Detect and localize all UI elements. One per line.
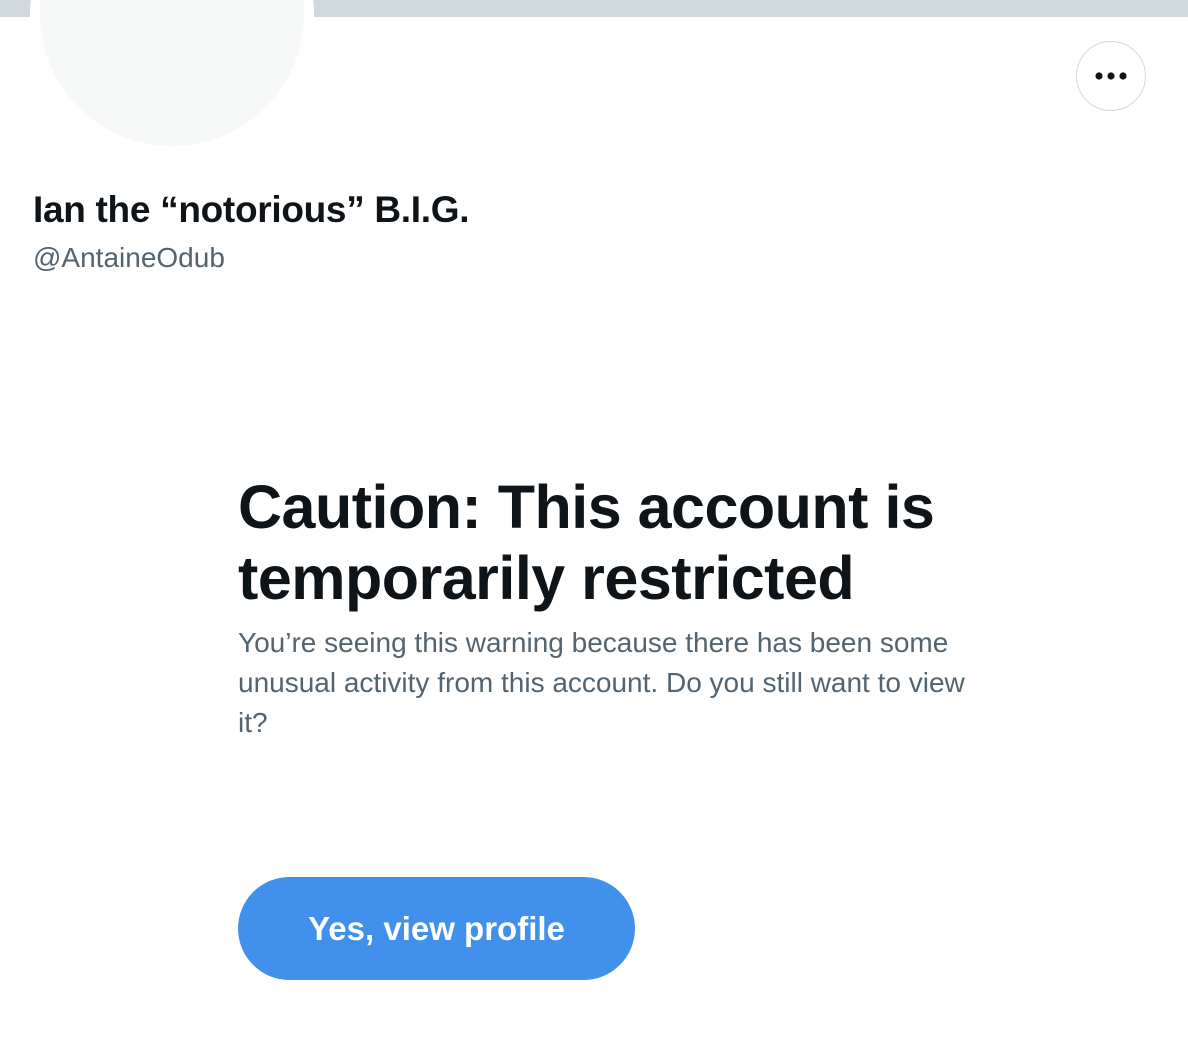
restriction-warning: Caution: This account is temporarily res… — [238, 472, 965, 743]
warning-title: Caution: This account is temporarily res… — [238, 473, 935, 612]
display-name: Ian the “notorious” B.I.G. — [33, 189, 470, 230]
more-options-button[interactable] — [1076, 41, 1146, 111]
view-profile-button[interactable]: Yes, view profile — [238, 877, 635, 980]
warning-message: You’re seeing this warning because there… — [238, 627, 965, 738]
more-horizontal-icon — [1095, 72, 1127, 80]
avatar — [40, 0, 304, 146]
user-handle: @AntaineOdub — [33, 242, 225, 273]
